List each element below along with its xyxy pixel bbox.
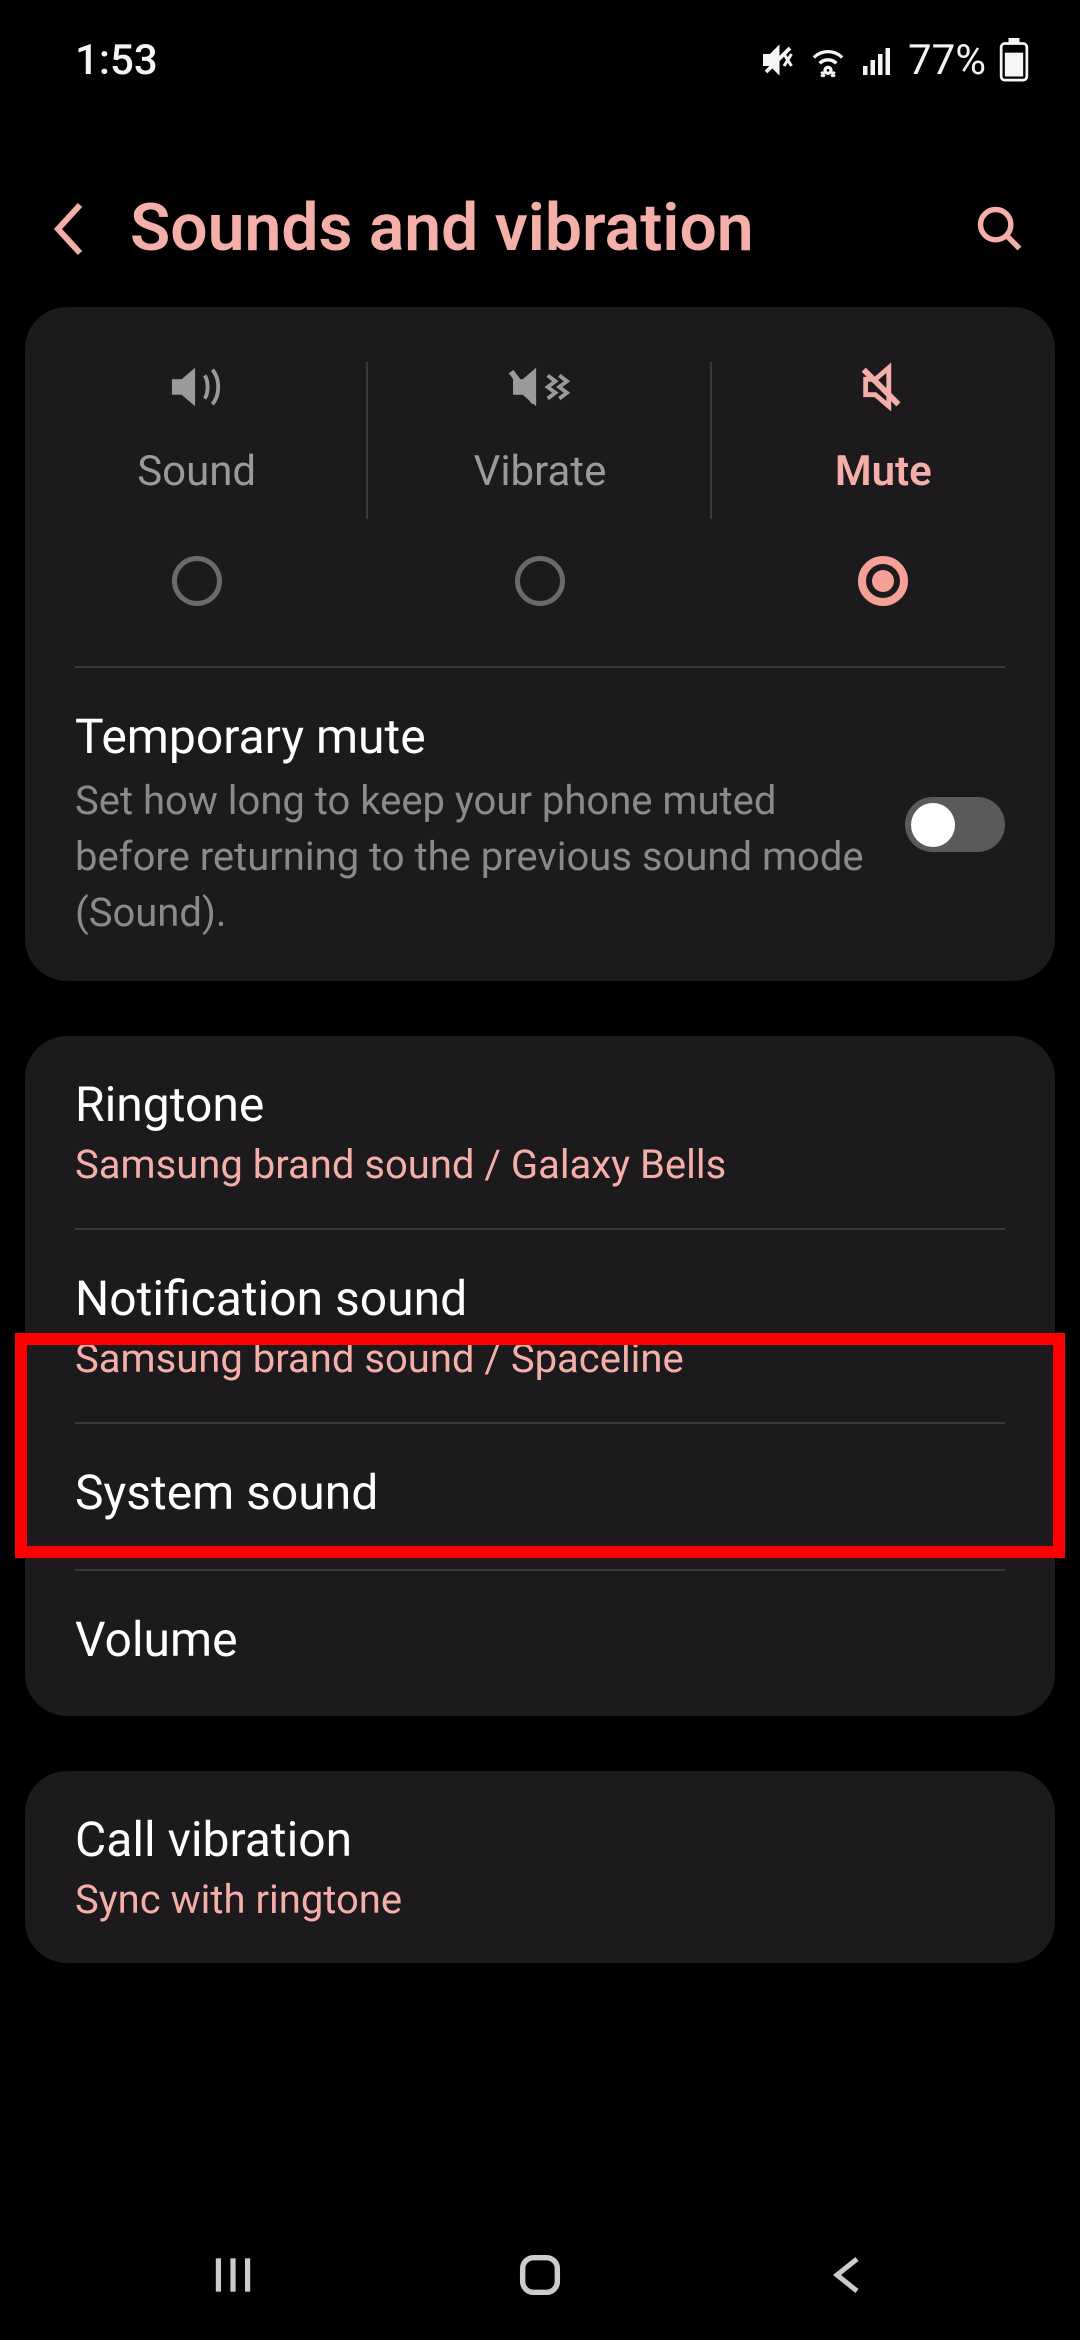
ringtone-title: Ringtone — [75, 1076, 1005, 1133]
status-bar: 1:53 77% — [0, 0, 1080, 100]
status-icons: 77% — [760, 36, 1030, 85]
search-icon — [974, 203, 1026, 255]
status-time: 1:53 — [75, 36, 158, 85]
radio-mute[interactable] — [858, 556, 908, 606]
header: Sounds and vibration — [0, 100, 1080, 307]
volume-row[interactable]: Volume — [25, 1571, 1055, 1716]
system-sound-title: System sound — [75, 1464, 1005, 1521]
vibration-card: Call vibration Sync with ringtone — [25, 1771, 1055, 1963]
vibrate-icon — [506, 357, 574, 417]
sound-mode-selector: Sound Vibrate — [25, 307, 1055, 646]
ringtone-value: Samsung brand sound / Galaxy Bells — [75, 1141, 1005, 1188]
ringtone-row[interactable]: Ringtone Samsung brand sound / Galaxy Be… — [25, 1036, 1055, 1228]
home-icon — [514, 2249, 566, 2301]
page-title: Sounds and vibration — [130, 190, 940, 267]
signal-icon — [860, 42, 896, 78]
mode-label-vibrate: Vibrate — [474, 447, 607, 496]
mute-icon — [760, 42, 796, 78]
radio-vibrate[interactable] — [515, 556, 565, 606]
mode-option-mute[interactable]: Mute — [712, 357, 1055, 606]
temporary-mute-title: Temporary mute — [75, 708, 875, 765]
battery-icon — [998, 38, 1030, 82]
sound-mode-card: Sound Vibrate — [25, 307, 1055, 981]
settings-content: Sound Vibrate — [0, 307, 1080, 1963]
nav-back-icon — [827, 2250, 867, 2300]
nav-recents-button[interactable] — [193, 2235, 273, 2315]
temporary-mute-toggle[interactable] — [905, 797, 1005, 852]
call-vibration-value: Sync with ringtone — [75, 1876, 1005, 1923]
temporary-mute-description: Set how long to keep your phone muted be… — [75, 773, 875, 941]
mode-label-mute: Mute — [835, 447, 932, 496]
mode-option-sound[interactable]: Sound — [25, 357, 368, 606]
chevron-left-icon — [50, 199, 90, 259]
back-button[interactable] — [40, 199, 100, 259]
battery-percentage: 77% — [908, 36, 986, 85]
temporary-mute-row[interactable]: Temporary mute Set how long to keep your… — [25, 668, 1055, 981]
mode-option-vibrate[interactable]: Vibrate — [368, 357, 711, 606]
wifi-icon — [808, 42, 848, 78]
notification-title: Notification sound — [75, 1270, 1005, 1327]
nav-back-button[interactable] — [807, 2235, 887, 2315]
recents-icon — [208, 2250, 258, 2300]
notification-sound-row[interactable]: Notification sound Samsung brand sound /… — [25, 1230, 1055, 1422]
sounds-card: Ringtone Samsung brand sound / Galaxy Be… — [25, 1036, 1055, 1716]
sound-icon — [165, 357, 229, 417]
volume-title: Volume — [75, 1611, 1005, 1668]
radio-sound[interactable] — [172, 556, 222, 606]
call-vibration-row[interactable]: Call vibration Sync with ringtone — [25, 1771, 1055, 1963]
mode-label-sound: Sound — [137, 447, 256, 496]
navigation-bar — [0, 2210, 1080, 2340]
system-sound-row[interactable]: System sound — [25, 1424, 1055, 1569]
nav-home-button[interactable] — [500, 2235, 580, 2315]
search-button[interactable] — [970, 199, 1030, 259]
notification-value: Samsung brand sound / Spaceline — [75, 1335, 1005, 1382]
call-vibration-title: Call vibration — [75, 1811, 1005, 1868]
mute-mode-icon — [854, 357, 912, 417]
